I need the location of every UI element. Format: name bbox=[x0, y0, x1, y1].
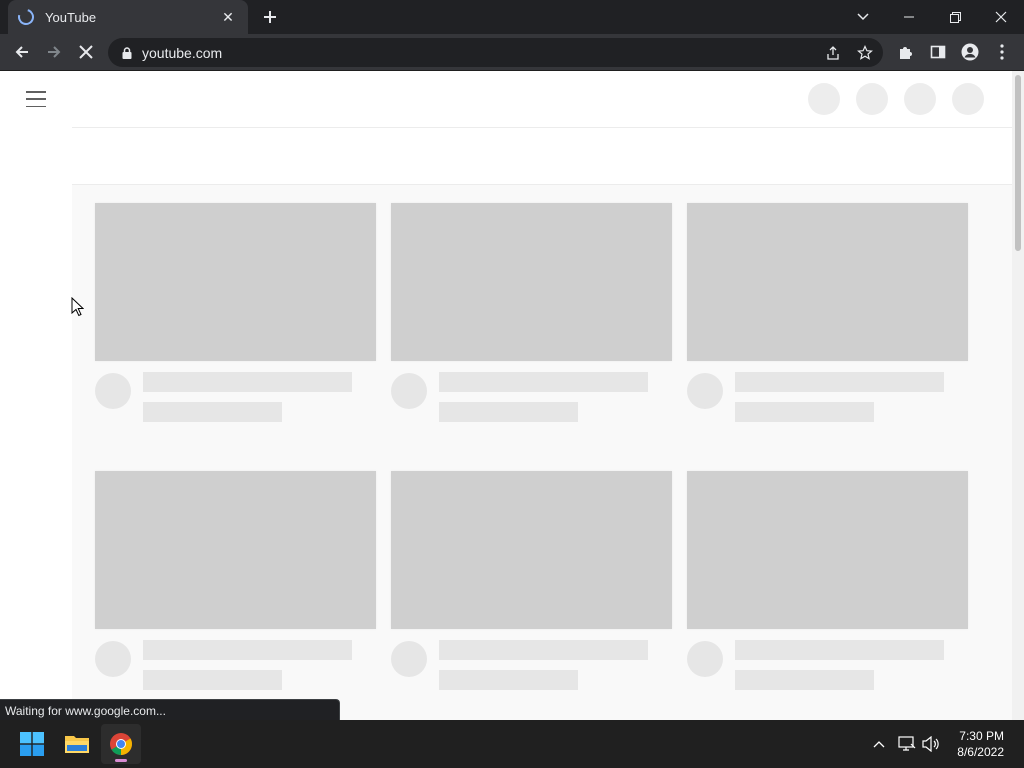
tab-title: YouTube bbox=[45, 9, 97, 25]
subtitle-placeholder bbox=[735, 402, 874, 422]
arrow-right-icon bbox=[48, 46, 61, 58]
show-hidden-icons-button[interactable] bbox=[867, 732, 891, 756]
active-app-indicator bbox=[115, 759, 127, 762]
menu-button[interactable] bbox=[988, 38, 1016, 66]
close-window-button[interactable] bbox=[978, 0, 1024, 34]
thumbnail-placeholder bbox=[391, 203, 672, 361]
start-button[interactable] bbox=[12, 724, 52, 764]
scrollbar-thumb[interactable] bbox=[1015, 75, 1021, 251]
subtitle-placeholder bbox=[439, 670, 578, 690]
kebab-menu-icon bbox=[1000, 44, 1004, 60]
video-card-skeleton[interactable] bbox=[95, 471, 376, 699]
share-icon[interactable] bbox=[819, 39, 847, 67]
volume-button[interactable] bbox=[919, 732, 943, 756]
video-card-skeleton[interactable] bbox=[391, 203, 672, 431]
browser-toolbar: youtube.com bbox=[0, 34, 1024, 71]
subtitle-placeholder bbox=[735, 670, 874, 690]
windows-start-icon bbox=[20, 732, 44, 756]
volume-icon bbox=[922, 736, 939, 752]
extensions-button[interactable] bbox=[892, 38, 920, 66]
close-icon bbox=[995, 11, 1007, 23]
stop-loading-button[interactable] bbox=[72, 38, 100, 66]
chrome-icon bbox=[110, 733, 132, 755]
chrome-taskbar-button[interactable] bbox=[101, 724, 141, 764]
side-panel-button[interactable] bbox=[924, 38, 952, 66]
video-card-skeleton[interactable] bbox=[687, 203, 968, 431]
masthead-placeholder bbox=[808, 83, 840, 115]
loading-spinner-icon bbox=[15, 6, 37, 28]
minimize-button[interactable] bbox=[886, 0, 932, 34]
thumbnail-placeholder bbox=[95, 471, 376, 629]
forward-button[interactable] bbox=[40, 38, 68, 66]
thumbnail-placeholder bbox=[95, 203, 376, 361]
youtube-guide-rail bbox=[0, 71, 72, 720]
new-tab-button[interactable] bbox=[258, 5, 282, 29]
hamburger-menu-icon[interactable] bbox=[26, 91, 46, 107]
avatar-placeholder bbox=[687, 373, 723, 409]
mouse-cursor-icon bbox=[71, 297, 84, 317]
thumbnail-placeholder bbox=[687, 471, 968, 629]
url-text[interactable]: youtube.com bbox=[142, 45, 819, 61]
avatar-placeholder bbox=[95, 373, 131, 409]
address-bar[interactable]: youtube.com bbox=[108, 38, 883, 67]
page-scrollbar[interactable] bbox=[1012, 71, 1024, 720]
puzzle-icon bbox=[900, 47, 912, 59]
tab-search-button[interactable] bbox=[840, 0, 886, 34]
avatar-placeholder bbox=[687, 641, 723, 677]
tab-close-icon[interactable]: ✕ bbox=[218, 7, 238, 27]
avatar-placeholder bbox=[95, 641, 131, 677]
profile-button[interactable] bbox=[956, 38, 984, 66]
video-card-skeleton[interactable] bbox=[391, 471, 672, 699]
restore-button[interactable] bbox=[932, 0, 978, 34]
avatar-placeholder bbox=[391, 641, 427, 677]
chip-bar-placeholder bbox=[72, 128, 1012, 185]
masthead-placeholder bbox=[856, 83, 888, 115]
network-icon bbox=[898, 736, 916, 751]
file-explorer-icon bbox=[65, 736, 89, 753]
tab-youtube[interactable]: YouTube ✕ bbox=[8, 0, 248, 34]
avatar-placeholder bbox=[391, 373, 427, 409]
masthead-placeholder bbox=[952, 83, 984, 115]
page-viewport bbox=[0, 71, 1024, 720]
chevron-down-icon bbox=[857, 13, 869, 21]
back-button[interactable] bbox=[8, 38, 36, 66]
arrow-left-icon bbox=[15, 46, 28, 58]
clock-date: 8/6/2022 bbox=[957, 745, 1004, 759]
file-explorer-button[interactable] bbox=[57, 724, 97, 764]
title-placeholder bbox=[143, 372, 352, 392]
title-placeholder bbox=[735, 372, 944, 392]
title-placeholder bbox=[143, 640, 352, 660]
stop-icon bbox=[79, 45, 93, 59]
video-card-skeleton[interactable] bbox=[95, 203, 376, 431]
title-placeholder bbox=[735, 640, 944, 660]
chevron-up-icon bbox=[873, 741, 885, 748]
youtube-masthead bbox=[72, 71, 1012, 128]
video-card-skeleton[interactable] bbox=[687, 471, 968, 699]
plus-icon bbox=[264, 11, 276, 23]
masthead-placeholder bbox=[904, 83, 936, 115]
taskbar-clock[interactable]: 7:30 PM 8/6/2022 bbox=[957, 728, 1004, 760]
title-placeholder bbox=[439, 640, 648, 660]
clock-time: 7:30 PM bbox=[959, 729, 1004, 743]
minimize-icon bbox=[904, 16, 914, 18]
thumbnail-placeholder bbox=[687, 203, 968, 361]
subtitle-placeholder bbox=[143, 402, 282, 422]
thumbnail-placeholder bbox=[391, 471, 672, 629]
subtitle-placeholder bbox=[439, 402, 578, 422]
tab-strip: YouTube ✕ bbox=[0, 0, 1024, 34]
subtitle-placeholder bbox=[143, 670, 282, 690]
network-button[interactable] bbox=[895, 732, 919, 756]
windows-taskbar: 7:30 PM 8/6/2022 bbox=[0, 720, 1024, 768]
profile-icon bbox=[961, 43, 979, 61]
restore-icon bbox=[949, 11, 961, 23]
status-bubble: Waiting for www.google.com... bbox=[0, 699, 340, 721]
title-placeholder bbox=[439, 372, 648, 392]
lock-icon[interactable] bbox=[120, 46, 134, 60]
bookmark-star-icon[interactable] bbox=[851, 39, 879, 67]
side-panel-icon bbox=[930, 45, 946, 59]
